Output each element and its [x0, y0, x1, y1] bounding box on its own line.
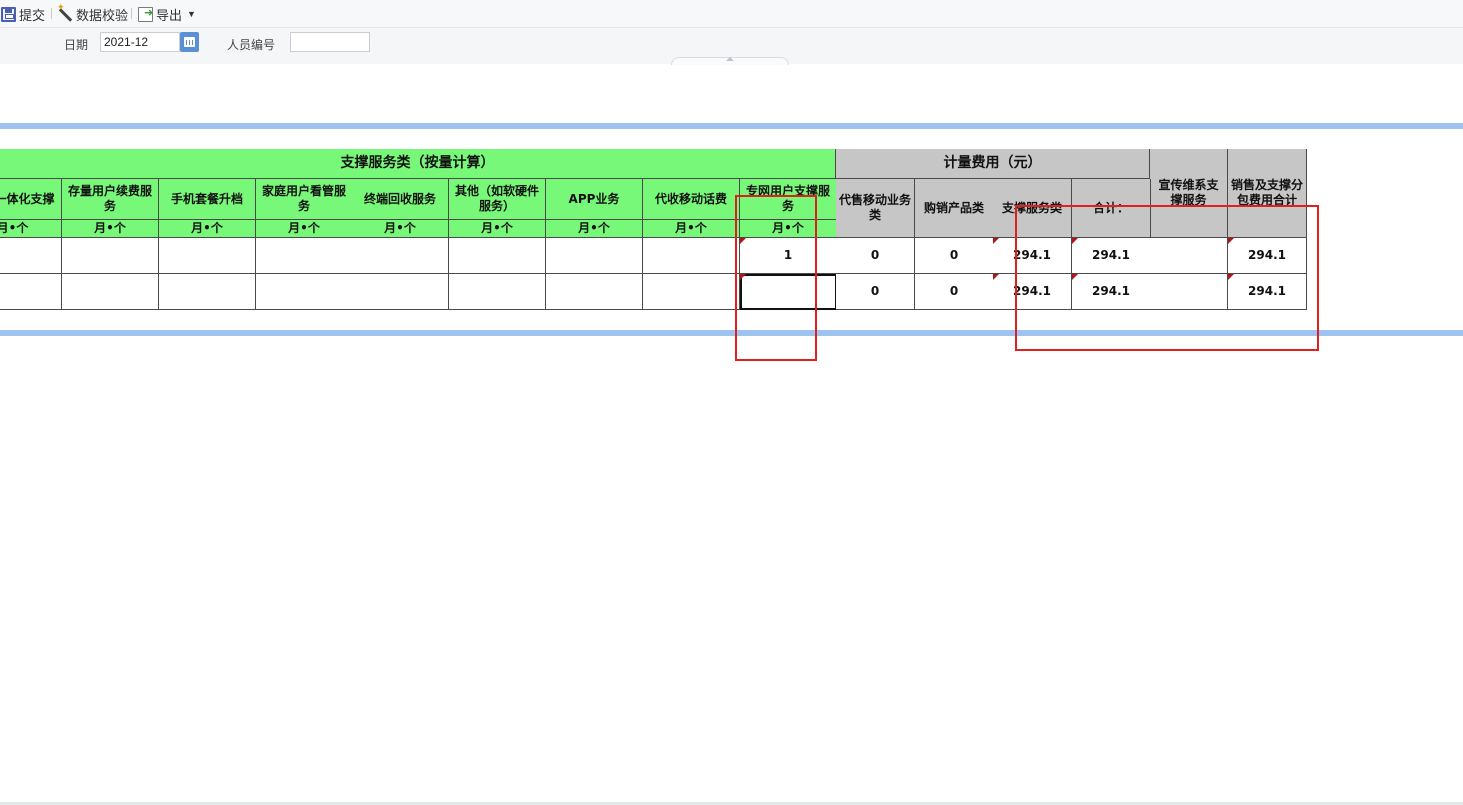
column-header-plan-upgrade: 手机套餐升档	[159, 179, 256, 220]
table-cell-collect-mobile-fee[interactable]	[643, 274, 740, 310]
column-header-collect-mobile-fee: 代收移动话费	[643, 179, 740, 220]
save-icon	[1, 6, 16, 22]
table-cell-collect-mobile-fee[interactable]	[643, 238, 740, 274]
export-icon	[138, 6, 153, 22]
highlight-box-private-network	[735, 195, 817, 361]
column-header-agent-mobile-business: 代售移动业务类	[836, 179, 915, 238]
table-cell-plan-upgrade[interactable]	[159, 238, 256, 274]
table-cell-agent-mobile-business[interactable]: 0	[836, 238, 915, 274]
toolbar-divider	[51, 8, 52, 19]
table-cell-existing-user-renewal[interactable]	[62, 274, 159, 310]
table-cell-other-service[interactable]	[449, 274, 546, 310]
table-cell-family-care[interactable]	[256, 274, 353, 310]
table-cell-app-business[interactable]	[546, 274, 643, 310]
column-header-purchase-sales-products: 购销产品类	[915, 179, 994, 238]
export-button[interactable]: 导出 ▼	[138, 4, 196, 24]
validate-button[interactable]: 数据校验	[57, 2, 129, 24]
table-cell-enterprise-integration[interactable]	[0, 238, 62, 274]
column-header-existing-user-renewal: 存量用户续费服务	[62, 179, 159, 220]
toolbar-divider	[131, 8, 132, 19]
person-id-label: 人员编号	[227, 38, 276, 52]
unit-label: 月•个	[352, 220, 449, 238]
column-header-app-business: APP业务	[546, 179, 643, 220]
table-cell-purchase-sales-products[interactable]: 0	[915, 274, 994, 310]
table-cell-family-care[interactable]	[256, 238, 353, 274]
table-cell-purchase-sales-products[interactable]: 0	[915, 238, 994, 274]
column-header-terminal-recycle: 终端回收服务	[352, 179, 449, 220]
person-id-input[interactable]	[290, 32, 370, 52]
unit-label: 月•个	[62, 220, 159, 238]
table-cell-app-business[interactable]	[546, 238, 643, 274]
table-cell-terminal-recycle[interactable]	[352, 274, 449, 310]
validate-label: 数据校验	[76, 7, 129, 23]
table-cell-existing-user-renewal[interactable]	[62, 238, 159, 274]
metering-fee-group-header: 计量费用（元）	[836, 149, 1150, 179]
table-cell-other-service[interactable]	[449, 238, 546, 274]
export-label: 导出	[156, 7, 183, 23]
column-header-family-care: 家庭用户看管服务	[256, 179, 353, 220]
unit-label: 月•个	[449, 220, 546, 238]
toolbar: 提交 数据校验 导出 ▼	[0, 0, 1463, 28]
table-cell-plan-upgrade[interactable]	[159, 274, 256, 310]
calendar-icon[interactable]	[180, 32, 199, 52]
table-cell-terminal-recycle[interactable]	[352, 238, 449, 274]
collapse-filter-toggle[interactable]	[671, 57, 789, 65]
chevron-down-icon: ▼	[187, 9, 196, 19]
magic-wand-icon	[57, 2, 73, 22]
highlight-box-fee-totals	[1015, 205, 1319, 351]
unit-label: 月•个	[643, 220, 740, 238]
unit-label: 月•个	[0, 220, 62, 238]
table-cell-enterprise-integration[interactable]	[0, 274, 62, 310]
date-label: 日期	[64, 38, 89, 52]
column-header-enterprise-integration: 企业一体化支撑	[0, 179, 62, 220]
submit-button[interactable]: 提交	[1, 4, 45, 24]
unit-label: 月•个	[546, 220, 643, 238]
submit-label: 提交	[19, 7, 46, 23]
unit-label: 月•个	[256, 220, 353, 238]
date-input[interactable]	[100, 32, 180, 52]
column-header-other-service: 其他（如软硬件服务）	[449, 179, 546, 220]
table-cell-agent-mobile-business[interactable]: 0	[836, 274, 915, 310]
unit-label: 月•个	[159, 220, 256, 238]
report-top-border	[0, 123, 1463, 129]
support-service-group-header: 支撑服务类（按量计算）	[0, 149, 836, 179]
